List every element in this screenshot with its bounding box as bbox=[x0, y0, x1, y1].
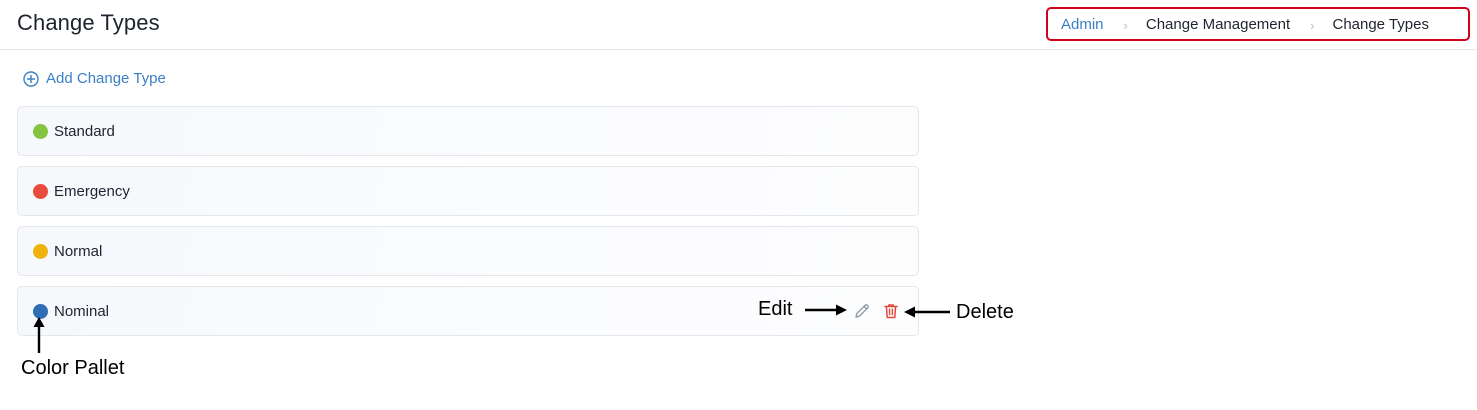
change-type-row[interactable]: Standard bbox=[17, 106, 919, 156]
change-type-name: Normal bbox=[54, 242, 103, 260]
annotation-color-pallet-label: Color Pallet bbox=[21, 357, 125, 379]
breadcrumb-separator: › bbox=[1310, 17, 1315, 33]
add-change-type-button[interactable]: Add Change Type bbox=[23, 70, 166, 87]
page-title: Change Types bbox=[17, 10, 160, 35]
change-type-name: Emergency bbox=[54, 182, 130, 200]
annotation-arrow-right-icon bbox=[805, 304, 847, 316]
change-type-row[interactable]: Emergency bbox=[17, 166, 919, 216]
annotation-arrow-left-icon bbox=[904, 306, 950, 318]
page-header: Change Types Admin › Change Management ›… bbox=[0, 0, 1477, 50]
breadcrumb-change-types: Change Types bbox=[1332, 15, 1429, 33]
annotation-delete-label: Delete bbox=[956, 301, 1014, 323]
breadcrumb-admin[interactable]: Admin bbox=[1061, 16, 1104, 33]
pencil-icon bbox=[855, 304, 869, 318]
breadcrumb-separator: › bbox=[1123, 17, 1128, 33]
delete-button[interactable] bbox=[882, 302, 900, 320]
change-type-name: Nominal bbox=[54, 302, 110, 320]
edit-button[interactable] bbox=[853, 302, 871, 320]
change-type-row[interactable]: Normal bbox=[17, 226, 919, 276]
trash-icon bbox=[884, 304, 898, 319]
add-change-type-label: Add Change Type bbox=[46, 70, 166, 87]
change-type-name: Standard bbox=[54, 122, 115, 140]
row-actions bbox=[853, 287, 900, 335]
color-swatch[interactable] bbox=[33, 243, 48, 259]
color-swatch[interactable] bbox=[33, 183, 48, 199]
annotation-arrow-up-icon bbox=[33, 317, 45, 353]
annotation-edit-label: Edit bbox=[758, 298, 793, 320]
plus-circle-icon bbox=[23, 70, 39, 87]
color-swatch[interactable] bbox=[33, 123, 48, 139]
breadcrumb-change-management: Change Management bbox=[1145, 15, 1291, 33]
breadcrumb: Admin › Change Management › Change Types bbox=[1046, 7, 1470, 41]
